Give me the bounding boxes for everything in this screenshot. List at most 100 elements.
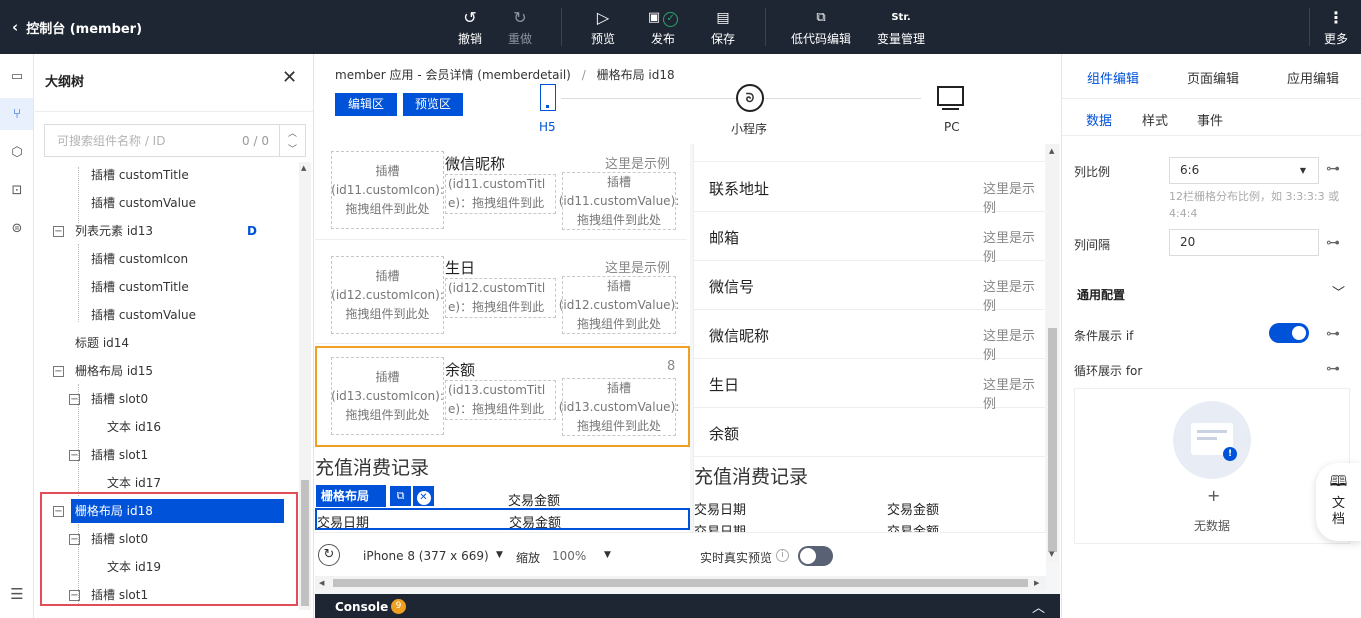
- component-icon[interactable]: ⬡: [7, 142, 27, 162]
- title-slot[interactable]: 插槽(id12.customTitl e)：拖拽组件到此处: [445, 278, 556, 318]
- template-icon[interactable]: ⊡: [7, 180, 27, 200]
- icon-slot[interactable]: 插槽 (id12.customIcon): 拖拽组件到此处: [331, 256, 444, 334]
- search-input[interactable]: 可搜索组件名称 / ID: [45, 132, 242, 149]
- breadcrumb: member 应用 - 会员详情 (memberdetail) / 栅格布局 i…: [335, 68, 675, 82]
- cond-toggle[interactable]: [1269, 323, 1309, 343]
- collapse-toggle-icon[interactable]: −: [69, 590, 80, 601]
- tree-node[interactable]: − 插槽 slot0: [69, 527, 148, 551]
- scrollbar-thumb[interactable]: [301, 480, 309, 606]
- scroll-right-icon[interactable]: ▶: [1034, 579, 1039, 587]
- realtime-preview-toggle[interactable]: [798, 546, 833, 566]
- scroll-down-icon[interactable]: ▼: [1049, 550, 1054, 558]
- link-icon[interactable]: ⊶: [1326, 326, 1340, 342]
- tab-style[interactable]: 样式: [1142, 110, 1168, 129]
- chevron-up-icon[interactable]: ︿: [1032, 597, 1045, 616]
- col-ratio-select[interactable]: 6:6 ▼: [1169, 157, 1319, 184]
- tree-node[interactable]: 插槽 customTitle: [91, 275, 189, 299]
- tab-page-edit[interactable]: 页面编辑: [1187, 68, 1239, 87]
- save-button[interactable]: ▤ 保存: [703, 0, 743, 54]
- miniprogram-icon[interactable]: ᘐ: [736, 84, 764, 112]
- list-item[interactable]: 插槽 (id12.customIcon): 拖拽组件到此处 生日 这里是示例 插…: [315, 248, 687, 344]
- console-bar[interactable]: Console 9 ︿: [315, 594, 1060, 618]
- link-icon[interactable]: ⊶: [1326, 235, 1340, 251]
- zoom-select[interactable]: 100%: [552, 549, 586, 563]
- tab-app-edit[interactable]: 应用编辑: [1287, 68, 1339, 87]
- collapse-toggle-icon[interactable]: −: [53, 366, 64, 377]
- more-button[interactable]: ⋮ 更多: [1318, 0, 1354, 54]
- tree-node[interactable]: 插槽 customValue: [91, 303, 196, 327]
- tree-node[interactable]: 插槽 customIcon: [91, 247, 188, 271]
- value-slot[interactable]: 插槽 (id11.customValue): 拖拽组件到此处: [559, 172, 679, 230]
- scrollbar-thumb[interactable]: [333, 579, 1028, 587]
- lowcode-edit-button[interactable]: ⧉ 低代码编辑: [785, 0, 857, 54]
- link-icon[interactable]: ⊶: [1326, 161, 1340, 177]
- tree-node[interactable]: − 栅格布局 id15: [53, 359, 153, 383]
- tree-node[interactable]: − 列表元素 id13 D: [53, 219, 281, 243]
- docs-button[interactable]: 🕮 文 档: [1316, 463, 1361, 541]
- title-slot[interactable]: 插槽(id13.customTitl e)：拖拽组件到此处: [445, 380, 556, 420]
- icon-slot[interactable]: 插槽 (id11.customIcon): 拖拽组件到此处: [331, 151, 444, 229]
- list-item-selected[interactable]: 插槽 (id13.customIcon): 拖拽组件到此处 余额 8 插槽(id…: [315, 346, 690, 447]
- refresh-icon[interactable]: ↻: [318, 544, 340, 566]
- variable-manage-button[interactable]: Str. 变量管理: [872, 0, 930, 54]
- tree-node[interactable]: 插槽 customValue: [91, 191, 196, 215]
- back-button[interactable]: ‹ 控制台 (member): [12, 0, 142, 54]
- tree-node[interactable]: − 插槽 slot0: [69, 387, 148, 411]
- datasource-icon[interactable]: ⊜: [7, 218, 27, 238]
- delete-icon[interactable]: ✕: [413, 486, 434, 506]
- close-icon[interactable]: ✕: [282, 67, 297, 88]
- value-slot[interactable]: 插槽 (id13.customValue): 拖拽组件到此处: [559, 378, 679, 436]
- page-icon[interactable]: ▭: [7, 66, 27, 86]
- tab-component-edit[interactable]: 组件编辑: [1087, 68, 1139, 87]
- mobile-device-icon[interactable]: [540, 84, 556, 111]
- tab-data[interactable]: 数据: [1086, 110, 1112, 129]
- redo-button[interactable]: ↻ 重做: [500, 0, 540, 54]
- col-gap-input[interactable]: 20: [1169, 229, 1319, 256]
- tree-node[interactable]: 插槽 customTitle: [91, 163, 189, 187]
- grid-row-selected[interactable]: 交易日期 交易金额: [315, 508, 690, 531]
- scrollbar-thumb[interactable]: [1048, 328, 1057, 552]
- tree-node[interactable]: 标题 id14: [75, 331, 129, 355]
- edit-area-button[interactable]: 编辑区: [335, 93, 397, 116]
- panel-tabs: 组件编辑 页面编辑 应用编辑: [1062, 54, 1361, 99]
- value-slot[interactable]: 插槽 (id12.customValue): 拖拽组件到此处: [559, 276, 679, 334]
- caret-down-icon[interactable]: ▼: [496, 550, 503, 560]
- collapse-toggle-icon[interactable]: −: [69, 450, 80, 461]
- outline-scrollbar[interactable]: ▲: [299, 162, 311, 610]
- canvas-scrollbar[interactable]: ▲ ▼: [1046, 144, 1059, 562]
- tree-node[interactable]: 文本 id16: [107, 415, 161, 439]
- outline-tree-icon[interactable]: ⑂: [7, 104, 27, 124]
- canvas-hscrollbar[interactable]: ◀ ▶: [315, 576, 1046, 590]
- chevron-down-icon[interactable]: ﹀: [1332, 282, 1345, 301]
- link-icon[interactable]: ⊶: [1326, 361, 1340, 377]
- title-slot[interactable]: 插槽(id11.customTitl e)：拖拽组件到此处: [445, 174, 556, 214]
- collapse-toggle-icon[interactable]: −: [69, 394, 80, 405]
- add-icon[interactable]: +: [1207, 486, 1220, 505]
- tree-node[interactable]: 文本 id19: [107, 555, 161, 579]
- list-item[interactable]: 插槽 (id11.customIcon): 拖拽组件到此处 微信昵称 这里是示例…: [315, 144, 687, 240]
- collapse-toggle-icon[interactable]: −: [53, 226, 64, 237]
- chevron-up-icon[interactable]: ︿: [288, 126, 297, 139]
- tab-events[interactable]: 事件: [1197, 110, 1223, 129]
- publish-button[interactable]: ▣ ✓ 发布: [643, 0, 683, 54]
- cond-label: 条件展示 if: [1074, 329, 1134, 343]
- undo-button[interactable]: ↺ 撤销: [450, 0, 490, 54]
- pc-monitor-icon[interactable]: [937, 86, 964, 110]
- tree-node[interactable]: − 插槽 slot1: [69, 583, 148, 607]
- collapse-menu-icon[interactable]: ☰: [7, 584, 27, 604]
- tree-node[interactable]: − 插槽 slot1: [69, 443, 148, 467]
- scroll-up-icon[interactable]: ▲: [1049, 147, 1054, 155]
- general-section-title[interactable]: 通用配置: [1077, 286, 1125, 303]
- scroll-up-icon[interactable]: ▲: [301, 164, 306, 172]
- preview-button[interactable]: ▷ 预览: [583, 0, 623, 54]
- device-select[interactable]: iPhone 8 (377 x 669): [363, 549, 489, 563]
- collapse-toggle-icon[interactable]: −: [69, 534, 80, 545]
- tree-node-selected[interactable]: − 栅格布局 id18: [53, 499, 284, 523]
- preview-area-button[interactable]: 预览区: [403, 93, 463, 116]
- collapse-toggle-icon[interactable]: −: [53, 506, 64, 517]
- caret-down-icon[interactable]: ▼: [604, 550, 611, 560]
- chevron-down-icon[interactable]: ﹀: [288, 142, 297, 155]
- icon-slot[interactable]: 插槽 (id13.customIcon): 拖拽组件到此处: [331, 357, 444, 435]
- scroll-left-icon[interactable]: ◀: [319, 579, 324, 587]
- copy-icon[interactable]: ⧉: [390, 486, 411, 506]
